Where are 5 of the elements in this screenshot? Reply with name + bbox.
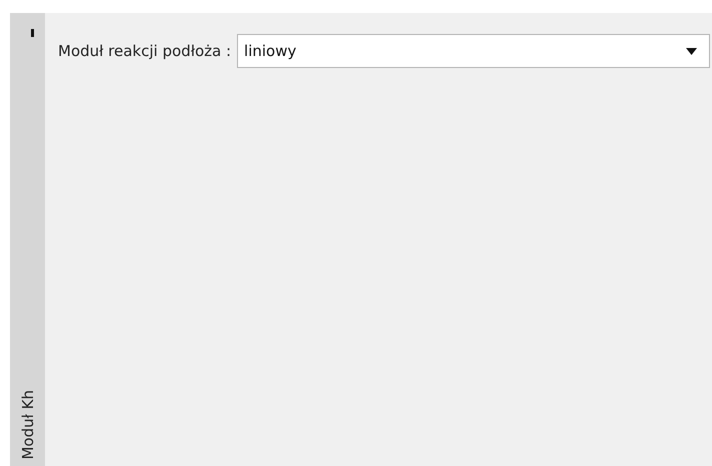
dropdown[interactable]: liniowy	[237, 34, 710, 68]
side-tab[interactable]: Moduł Kh	[10, 13, 45, 466]
side-tab-label: Moduł Kh	[18, 390, 36, 460]
caret-icon	[686, 48, 697, 54]
field-label: Moduł reakcji podłoża :	[58, 41, 232, 62]
